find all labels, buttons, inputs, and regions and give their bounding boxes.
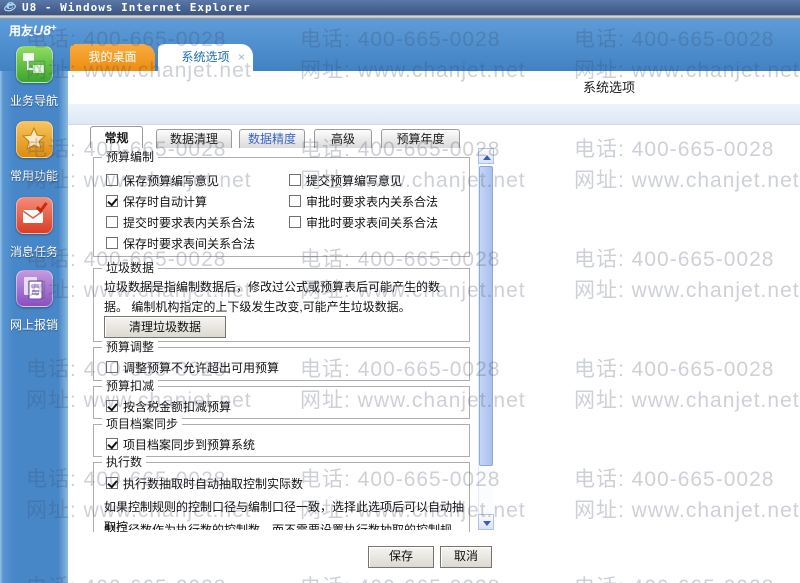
checkbox-label: 提交预算编写意见: [306, 172, 402, 189]
triangle-down-icon: [483, 521, 491, 526]
group-title: 执行数: [102, 455, 146, 469]
group-title: 项目档案同步: [102, 417, 182, 431]
options-tabstrip: 常规 数据清理 数据精度 高级 预算年度: [68, 126, 800, 148]
sidebar-item-message-tasks[interactable]: 消息任务: [0, 197, 68, 260]
checkbox[interactable]: [106, 174, 118, 186]
checkbox-save-budget-opinion[interactable]: 保存预算编写意见: [106, 172, 219, 188]
checkbox-auto-extract-control[interactable]: 执行数抽取时自动抽取控制实际数: [106, 475, 303, 491]
tab-system-options[interactable]: 系统选项 ×: [158, 44, 253, 71]
tab-budget-year[interactable]: 预算年度: [381, 129, 460, 148]
checkbox[interactable]: [106, 361, 118, 373]
group-title: 垃圾数据: [102, 261, 158, 275]
checkbox[interactable]: [289, 195, 301, 207]
tab-label: 我的桌面: [88, 50, 136, 64]
checkbox-label: 保存时自动计算: [123, 193, 207, 210]
clean-garbage-data-button[interactable]: 清理垃圾数据: [104, 316, 226, 338]
internet-explorer-icon: e: [4, 1, 17, 14]
tab-general[interactable]: 常规: [90, 126, 143, 148]
checkbox[interactable]: [106, 400, 118, 412]
scroll-down-button[interactable]: [478, 514, 494, 530]
group-title: 预算扣减: [102, 379, 158, 393]
checkbox-label: 执行数抽取时自动抽取控制实际数: [123, 475, 303, 492]
triangle-up-icon: [483, 155, 491, 160]
yonyou-u8-logo: 用友U8+: [9, 22, 57, 40]
sidebar-item-online-reimbursement[interactable]: 网上报销: [0, 270, 68, 333]
group-budget-adjust: 预算调整 调整预算不允许超出可用预算: [93, 347, 470, 381]
group-budget-deduct: 预算扣减 按含税金额扣减预算: [93, 386, 470, 419]
checkbox[interactable]: [106, 477, 118, 489]
tab-data-precision[interactable]: 数据精度: [239, 129, 305, 148]
checkbox-label: 调整预算不允许超出可用预算: [123, 359, 279, 376]
settings-scroll-area: 预算编制 保存预算编写意见 保存时自动计算 提交时要求表内关系合法 保存时要求表…: [88, 150, 478, 532]
checkbox-label: 项目档案同步到预算系统: [123, 436, 255, 453]
window-titlebar: e U8 - Windows Internet Explorer: [0, 0, 800, 15]
sidebar-item-label: 网上报销: [0, 316, 68, 333]
cancel-button[interactable]: 取消: [440, 546, 492, 568]
toolbar-band: [68, 104, 800, 125]
checkbox-label: 审批时要求表内关系合法: [306, 193, 438, 210]
group-title: 预算编制: [102, 150, 158, 164]
org-nav-icon: [16, 46, 53, 83]
garbage-description: 垃圾数据是指编制数据后，修改过公式或预算表后可能产生的数据。 编制机构指定的上下…: [104, 277, 462, 317]
group-title: 预算调整: [102, 340, 158, 354]
checkbox[interactable]: [289, 174, 301, 186]
checkbox-label: 保存预算编写意见: [123, 172, 219, 189]
group-project-sync: 项目档案同步 项目档案同步到预算系统: [93, 424, 470, 457]
sidebar-item-business-nav[interactable]: 业务导航: [0, 46, 68, 109]
checkbox-deduct-with-tax[interactable]: 按含税金额扣减预算: [106, 398, 231, 414]
scrollbar-thumb[interactable]: [479, 166, 493, 466]
sidebar-item-label: 业务导航: [0, 92, 68, 109]
sidebar-item-label: 常用功能: [0, 167, 68, 184]
main-content: 系统选项 常规 数据清理 数据精度 高级 预算年度 预算编制 保存预算编写意见 …: [68, 71, 800, 583]
tab-advanced[interactable]: 高级: [314, 129, 372, 148]
checkbox-save-inter-table-valid[interactable]: 保存时要求表间关系合法: [106, 235, 255, 251]
tab-label: 系统选项: [181, 50, 229, 64]
star-icon: [16, 121, 53, 158]
tab-data-cleanup[interactable]: 数据清理: [156, 129, 232, 148]
scroll-up-button[interactable]: [478, 148, 494, 164]
page-title: 系统选项: [583, 77, 635, 96]
checkbox-label: 保存时要求表间关系合法: [123, 235, 255, 252]
checkbox-label: 按含税金额扣减预算: [123, 398, 231, 415]
checkbox[interactable]: [106, 216, 118, 228]
checkbox-project-sync[interactable]: 项目档案同步到预算系统: [106, 436, 255, 452]
sidebar-item-common-functions[interactable]: 常用功能: [0, 121, 68, 184]
checkbox-label: 提交时要求表内关系合法: [123, 214, 255, 231]
checkbox-auto-calc-on-save[interactable]: 保存时自动计算: [106, 193, 207, 209]
save-button[interactable]: 保存: [368, 546, 434, 568]
close-icon[interactable]: ×: [238, 44, 245, 70]
window-title: U8 - Windows Internet Explorer: [22, 1, 251, 14]
sidebar: 业务导航 常用功能 消息任务: [0, 71, 68, 583]
tab-my-desktop[interactable]: 我的桌面: [70, 44, 155, 71]
checkbox[interactable]: [289, 216, 301, 228]
docs-icon: [16, 270, 53, 307]
group-garbage-data: 垃圾数据 垃圾数据是指编制数据后，修改过公式或预算表后可能产生的数据。 编制机构…: [93, 268, 470, 342]
checkbox-label: 审批时要求表间关系合法: [306, 214, 438, 231]
checkbox[interactable]: [106, 438, 118, 450]
execution-description-clipped: 制口径数作为执行数的控制数，而不需要设置执行数抽取的控制规则。: [104, 521, 464, 530]
group-budget-compile: 预算编制 保存预算编写意见 保存时自动计算 提交时要求表内关系合法 保存时要求表…: [93, 157, 470, 257]
checkbox-approve-intra-table-valid[interactable]: 审批时要求表内关系合法: [289, 193, 438, 209]
app-window: e U8 - Windows Internet Explorer 用友U8+ 我…: [0, 0, 800, 583]
checkbox-submit-intra-table-valid[interactable]: 提交时要求表内关系合法: [106, 214, 255, 230]
checkbox-adjust-not-exceed[interactable]: 调整预算不允许超出可用预算: [106, 359, 279, 375]
checkbox-submit-budget-opinion[interactable]: 提交预算编写意见: [289, 172, 402, 188]
vertical-scrollbar: [478, 148, 494, 530]
checkbox[interactable]: [106, 195, 118, 207]
mail-icon: [16, 197, 53, 234]
sidebar-item-label: 消息任务: [0, 243, 68, 260]
checkbox[interactable]: [106, 237, 118, 249]
app-header: 用友U8+ 我的桌面 系统选项 ×: [0, 19, 800, 71]
checkbox-approve-inter-table-valid[interactable]: 审批时要求表间关系合法: [289, 214, 438, 230]
group-execution: 执行数 执行数抽取时自动抽取控制实际数 如果控制规则的控制口径与编制口径一致，选…: [93, 462, 470, 532]
